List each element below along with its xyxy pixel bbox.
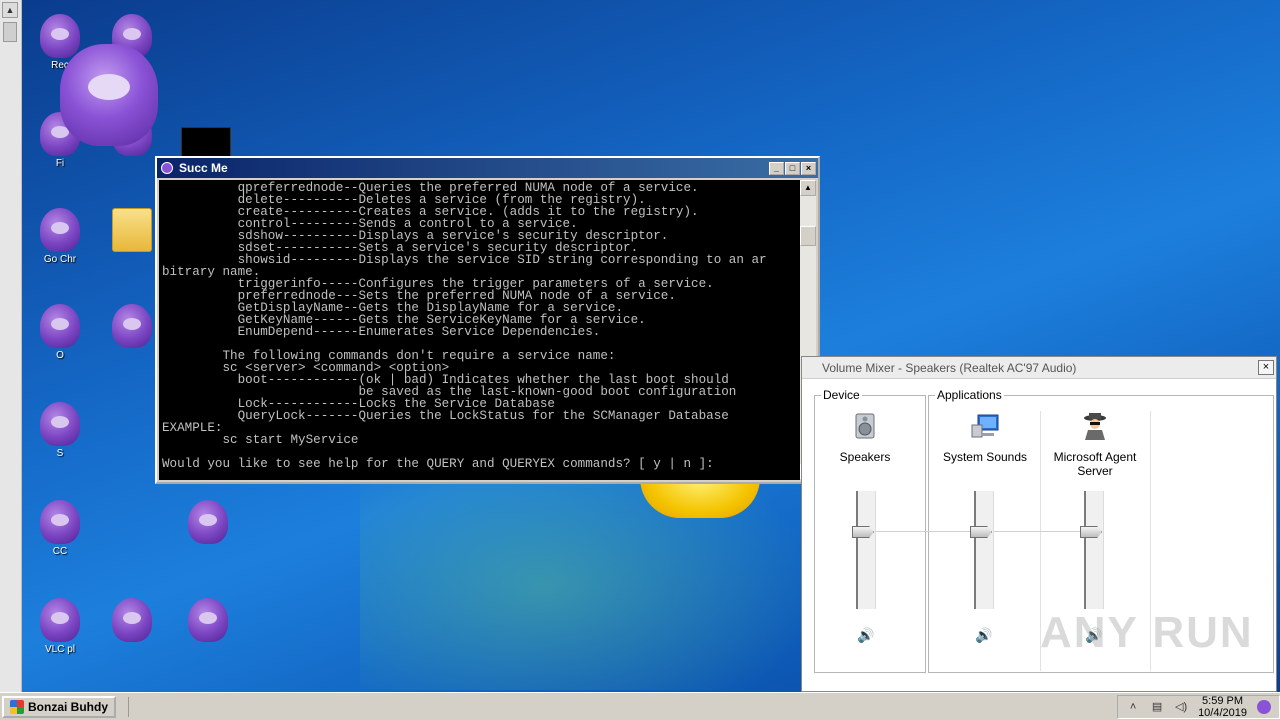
close-button[interactable]: × bbox=[801, 161, 816, 175]
maximize-button[interactable]: □ bbox=[785, 161, 800, 175]
bonzi-icon bbox=[40, 598, 80, 642]
console-line: Would you like to see help for the QUERY… bbox=[162, 457, 714, 471]
desktop-icon-vlc[interactable]: VLC pl bbox=[22, 598, 98, 655]
app-icon bbox=[161, 162, 173, 174]
bonzi-icon bbox=[40, 304, 80, 348]
bonzi-buddy-character[interactable] bbox=[60, 44, 158, 146]
console-title-text: Succ Me bbox=[179, 161, 228, 175]
bonzi-icon bbox=[112, 304, 152, 348]
bonzi-icon bbox=[112, 598, 152, 642]
system-sounds-icon[interactable] bbox=[970, 411, 1000, 441]
channel-speakers: Speakers bbox=[810, 411, 920, 464]
close-button[interactable]: × bbox=[1258, 360, 1274, 375]
scroll-up-icon[interactable]: ▲ bbox=[2, 2, 18, 18]
desktop-icon-col3-7[interactable] bbox=[170, 598, 246, 642]
desktop-icon-col3-6[interactable] bbox=[170, 500, 246, 544]
chevron-up-icon[interactable]: ˄ bbox=[1126, 700, 1140, 714]
slider-thumb[interactable] bbox=[852, 525, 874, 538]
bonzi-icon bbox=[40, 208, 80, 252]
desktop-icon-skype[interactable]: S bbox=[22, 402, 98, 459]
system-tray: ˄ ▤ ◁) 5:59 PM 10/4/2019 bbox=[1117, 694, 1280, 719]
channel-name: System Sounds bbox=[942, 450, 1028, 464]
speaker-icon[interactable] bbox=[850, 411, 880, 441]
scroll-thumb[interactable] bbox=[800, 226, 816, 246]
channel-name: Microsoft Agent Server bbox=[1053, 450, 1137, 478]
scroll-up-icon[interactable]: ▲ bbox=[800, 180, 816, 196]
desktop-icon-ccleaner[interactable]: CC bbox=[22, 500, 98, 557]
console-line: QueryLock-------Queries the LockStatus f… bbox=[162, 409, 729, 423]
console-line: sc start MyService bbox=[162, 433, 359, 447]
clock-date: 10/4/2019 bbox=[1198, 706, 1247, 719]
clock-time: 5:59 PM bbox=[1202, 694, 1244, 707]
desktop-scrollbar[interactable]: ▲ bbox=[0, 0, 22, 692]
start-button-label: Bonzai Buhdy bbox=[28, 699, 108, 714]
volume-slider-system-sounds[interactable] bbox=[970, 491, 994, 609]
volume-slider-agent-server[interactable] bbox=[1080, 491, 1104, 609]
bonzi-icon bbox=[40, 402, 80, 446]
desktop-icon-col2-7[interactable] bbox=[94, 598, 170, 642]
folder-icon bbox=[112, 208, 152, 252]
agent-icon[interactable] bbox=[1080, 411, 1110, 441]
desktop-icon-black[interactable] bbox=[181, 127, 231, 159]
bonzi-icon bbox=[40, 14, 80, 58]
minimize-button[interactable]: _ bbox=[769, 161, 784, 175]
console-window[interactable]: Succ Me _ □ × qpreferrednode--Queries th… bbox=[155, 156, 820, 484]
mixer-title-text: Volume Mixer - Speakers (Realtek AC'97 A… bbox=[822, 360, 1077, 375]
console-titlebar[interactable]: Succ Me _ □ × bbox=[157, 158, 818, 178]
bonzi-tray-icon[interactable] bbox=[1257, 699, 1271, 714]
bonzi-icon bbox=[188, 598, 228, 642]
desktop-icon-opera[interactable]: O bbox=[22, 304, 98, 361]
scroll-thumb[interactable] bbox=[3, 22, 17, 42]
volume-icon[interactable]: ◁) bbox=[1174, 700, 1188, 714]
anyrun-watermark: ANY RUN bbox=[1040, 608, 1254, 657]
slider-thumb[interactable] bbox=[1080, 525, 1102, 538]
volume-slider-speakers[interactable] bbox=[852, 491, 876, 609]
device-group-label: Device bbox=[821, 388, 862, 402]
bonzi-icon bbox=[40, 500, 80, 544]
channel-name: Speakers bbox=[839, 450, 891, 464]
taskbar-separator bbox=[128, 696, 228, 717]
windows-logo-icon bbox=[10, 699, 24, 714]
console-line: EnumDepend------Enumerates Service Depen… bbox=[162, 325, 601, 339]
console-output[interactable]: qpreferrednode--Queries the preferred NU… bbox=[159, 180, 800, 480]
applications-group-label: Applications bbox=[935, 388, 1004, 402]
taskbar: Bonzai Buhdy ˄ ▤ ◁) 5:59 PM 10/4/2019 bbox=[0, 692, 1280, 720]
system-sounds-mute-icon[interactable]: 🔊 bbox=[974, 627, 994, 647]
network-icon[interactable]: ▤ bbox=[1150, 700, 1164, 714]
channel-system-sounds: System Sounds bbox=[930, 411, 1040, 464]
start-button[interactable]: Bonzai Buhdy bbox=[2, 695, 116, 718]
slider-thumb[interactable] bbox=[970, 525, 992, 538]
desktop-icon-chrome[interactable]: Go Chr bbox=[22, 208, 98, 265]
speaker-mute-icon[interactable]: 🔊 bbox=[856, 627, 876, 647]
channel-agent-server: Microsoft Agent Server bbox=[1040, 411, 1150, 478]
clock[interactable]: 5:59 PM 10/4/2019 bbox=[1198, 695, 1247, 719]
bonzi-icon bbox=[188, 500, 228, 544]
mixer-titlebar[interactable]: Volume Mixer - Speakers (Realtek AC'97 A… bbox=[802, 357, 1276, 379]
